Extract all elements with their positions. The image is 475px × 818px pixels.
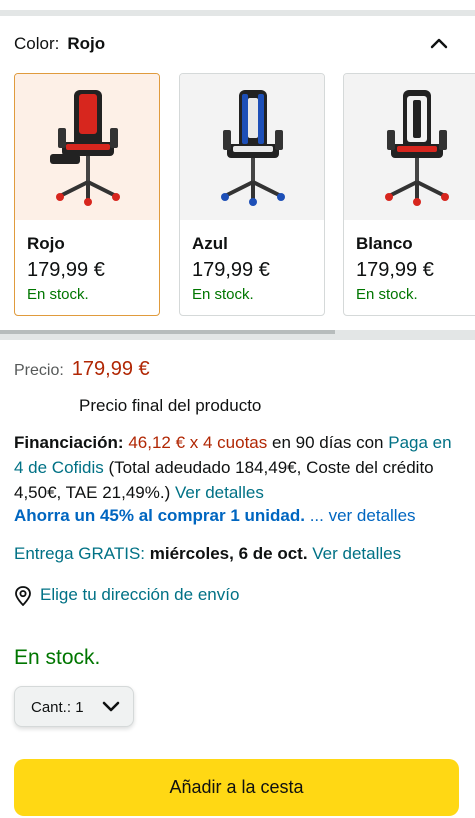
quantity-value: 1 xyxy=(75,699,84,716)
delivery-label: Entrega GRATIS: xyxy=(14,544,146,563)
chevron-up-icon[interactable] xyxy=(428,32,450,54)
availability-status: En stock. xyxy=(14,646,101,669)
quantity-label: Cant.: 1 xyxy=(31,699,84,716)
swatch-azul[interactable]: Azul 179,99 € En stock. xyxy=(179,73,325,316)
swatch-price: 179,99 € xyxy=(356,259,434,281)
price-value: 179,99 € xyxy=(71,358,150,380)
chair-image-azul xyxy=(180,74,324,220)
swatch-price: 179,99 € xyxy=(192,259,270,281)
financing-days: en 90 días con xyxy=(271,433,384,452)
address-label: Elige tu dirección de envío xyxy=(40,585,240,604)
chair-image-blanco xyxy=(344,74,475,220)
swatch-name: Rojo xyxy=(27,234,65,253)
swatch-price: 179,99 € xyxy=(27,259,105,281)
swatch-rojo[interactable]: Rojo 179,99 € En stock. xyxy=(14,73,160,316)
delivery-date: miércoles, 6 de oct. xyxy=(149,544,308,563)
price-label: Precio: xyxy=(14,362,64,379)
color-value: Rojo xyxy=(67,34,106,53)
swatch-name: Azul xyxy=(192,234,228,253)
financing-block: Financiación: 46,12 € x 4 cuotas en 90 d… xyxy=(14,430,459,505)
swatch-name: Blanco xyxy=(356,234,413,253)
savings-details-link[interactable]: ... ver detalles xyxy=(310,506,416,525)
savings-text[interactable]: Ahorra un 45% al comprar 1 unidad. xyxy=(14,506,305,525)
add-to-cart-button[interactable]: Añadir a la cesta xyxy=(14,759,459,816)
swatch-stock: En stock. xyxy=(192,286,254,303)
financing-label: Financiación: xyxy=(14,433,124,452)
top-divider xyxy=(0,0,475,16)
location-pin-icon xyxy=(15,586,31,606)
color-selector-header: Color: Rojo xyxy=(14,34,460,56)
swatch-scrollbar-thumb[interactable] xyxy=(0,330,335,334)
chevron-down-icon xyxy=(102,701,120,712)
delivery-details-link[interactable]: Ver detalles xyxy=(312,544,401,563)
swatch-stock: En stock. xyxy=(356,286,418,303)
color-label: Color: xyxy=(14,34,60,53)
chair-image-rojo xyxy=(15,74,159,220)
delivery-row: Entrega GRATIS: miércoles, 6 de oct. Ver… xyxy=(14,544,401,564)
color-swatch-list: Rojo 179,99 € En stock. Azul 179,99 € En… xyxy=(14,73,475,317)
swatch-blanco[interactable]: Blanco 179,99 € En stock. xyxy=(343,73,475,316)
financing-details-link[interactable]: Ver detalles xyxy=(175,483,264,502)
address-link[interactable]: Elige tu dirección de envío xyxy=(14,585,240,606)
price-row: Precio: 179,99 € xyxy=(14,358,150,381)
final-price-note: Precio final del producto xyxy=(79,396,262,415)
swatch-stock: En stock. xyxy=(27,286,89,303)
savings-row: Ahorra un 45% al comprar 1 unidad. ... v… xyxy=(14,506,464,526)
quantity-dropdown[interactable]: Cant.: 1 xyxy=(14,686,134,727)
financing-amount: 46,12 € x 4 cuotas xyxy=(128,433,268,452)
